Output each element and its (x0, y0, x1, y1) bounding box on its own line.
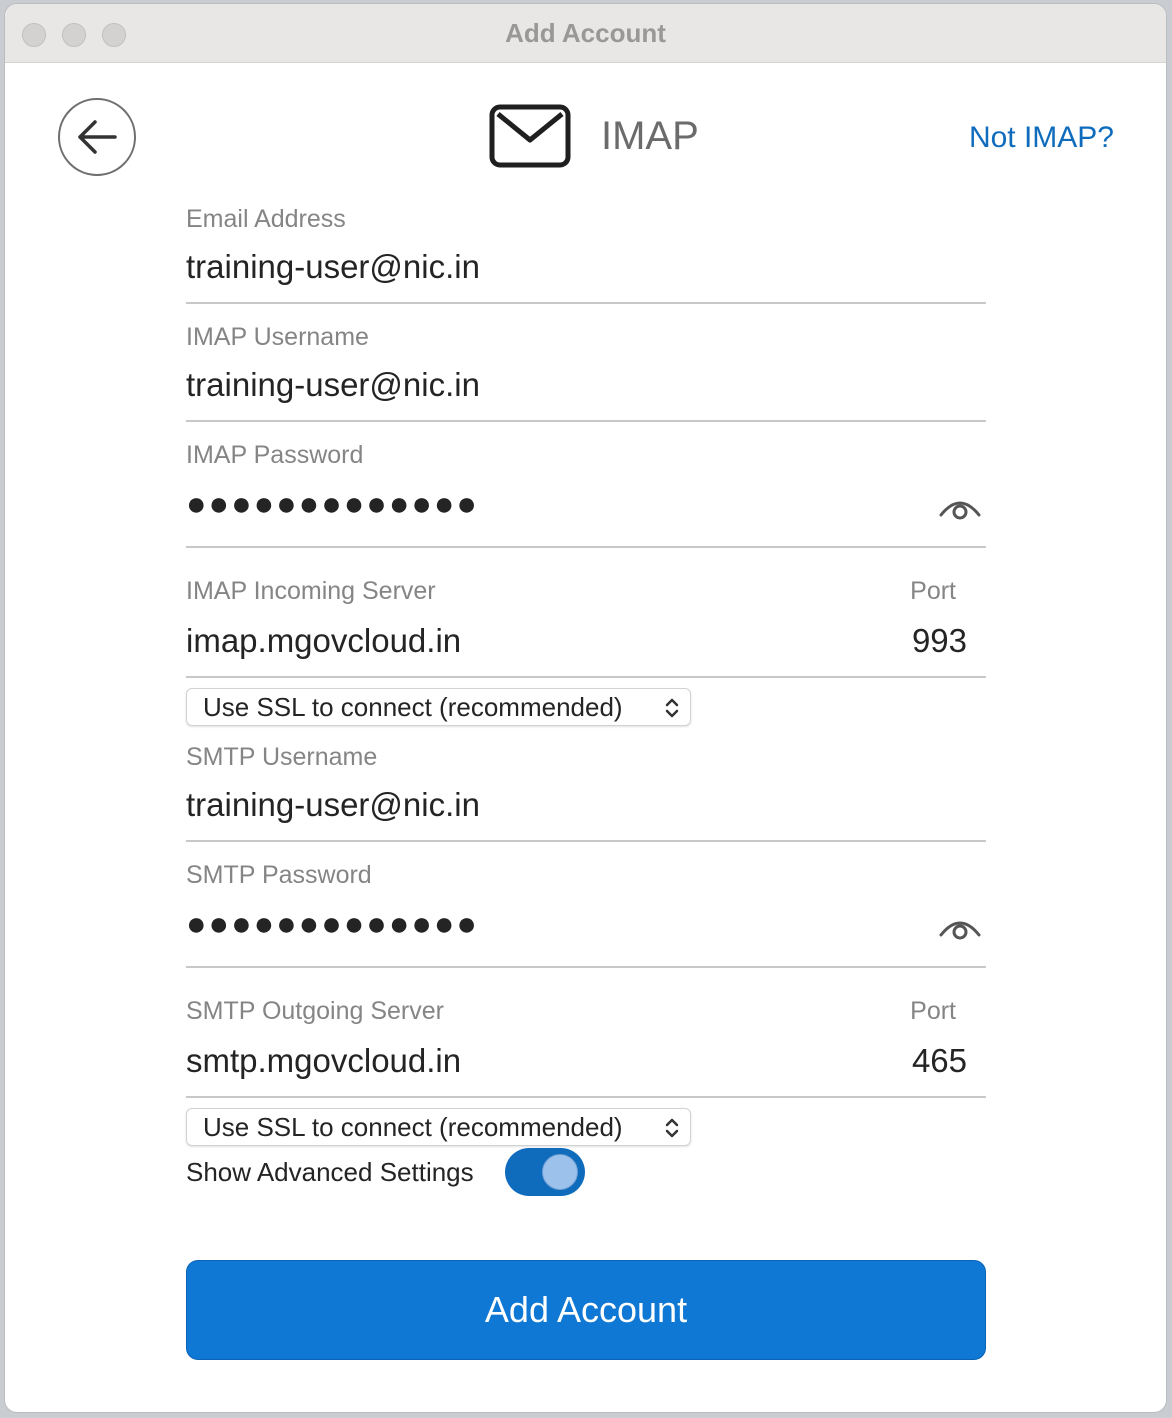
add-account-window: Add Account IMAP Not IMAP? Email Address… (5, 4, 1166, 1412)
imap-port-input[interactable]: 993 (912, 622, 967, 660)
window-title: Add Account (505, 18, 666, 48)
updown-chevron-icon (665, 1118, 679, 1138)
not-imap-link[interactable]: Not IMAP? (969, 121, 1114, 155)
imap-password-field[interactable]: IMAP Password ●●●●●●●●●●●●● (186, 436, 986, 548)
imap-ssl-select[interactable]: Use SSL to connect (recommended) (186, 688, 691, 726)
advanced-settings-label: Show Advanced Settings (186, 1157, 474, 1187)
smtp-ssl-select[interactable]: Use SSL to connect (recommended) (186, 1108, 691, 1146)
smtp-password-input[interactable]: ●●●●●●●●●●●●● (186, 905, 479, 944)
imap-port-label: Port (910, 577, 956, 605)
imap-server-field[interactable]: IMAP Incoming Server imap.mgovcloud.in P… (186, 572, 986, 678)
title-bar: Add Account (5, 4, 1166, 63)
smtp-username-input[interactable]: training-user@nic.in (186, 786, 480, 824)
imap-password-input[interactable]: ●●●●●●●●●●●●● (186, 485, 479, 524)
add-account-button[interactable]: Add Account (186, 1260, 986, 1360)
smtp-username-label: SMTP Username (186, 743, 378, 771)
toggle-knob (542, 1154, 578, 1190)
show-smtp-password-button[interactable] (939, 916, 981, 945)
eye-icon (939, 501, 981, 520)
updown-chevron-icon (665, 698, 679, 718)
back-button[interactable] (58, 98, 136, 176)
smtp-username-field[interactable]: SMTP Username training-user@nic.in (186, 738, 986, 842)
smtp-password-field[interactable]: SMTP Password ●●●●●●●●●●●●● (186, 856, 986, 968)
smtp-server-field[interactable]: SMTP Outgoing Server smtp.mgovcloud.in P… (186, 992, 986, 1098)
smtp-ssl-value: Use SSL to connect (recommended) (203, 1112, 623, 1142)
protocol-title: IMAP (601, 114, 699, 158)
email-label: Email Address (186, 205, 346, 233)
smtp-port-input[interactable]: 465 (912, 1042, 967, 1080)
smtp-password-label: SMTP Password (186, 861, 372, 889)
back-arrow-icon (78, 120, 117, 154)
email-field[interactable]: Email Address training-user@nic.in (186, 200, 986, 304)
show-imap-password-button[interactable] (939, 496, 981, 525)
envelope-icon (489, 104, 571, 173)
advanced-settings-toggle[interactable] (505, 1148, 585, 1196)
email-input[interactable]: training-user@nic.in (186, 248, 480, 286)
smtp-server-label: SMTP Outgoing Server (186, 997, 444, 1025)
imap-server-input[interactable]: imap.mgovcloud.in (186, 622, 461, 660)
imap-username-label: IMAP Username (186, 323, 369, 351)
smtp-port-label: Port (910, 997, 956, 1025)
imap-server-label: IMAP Incoming Server (186, 577, 436, 605)
imap-username-input[interactable]: training-user@nic.in (186, 366, 480, 404)
eye-icon (939, 921, 981, 940)
imap-username-field[interactable]: IMAP Username training-user@nic.in (186, 318, 986, 422)
imap-ssl-value: Use SSL to connect (recommended) (203, 692, 623, 722)
smtp-server-input[interactable]: smtp.mgovcloud.in (186, 1042, 461, 1080)
imap-password-label: IMAP Password (186, 441, 364, 469)
